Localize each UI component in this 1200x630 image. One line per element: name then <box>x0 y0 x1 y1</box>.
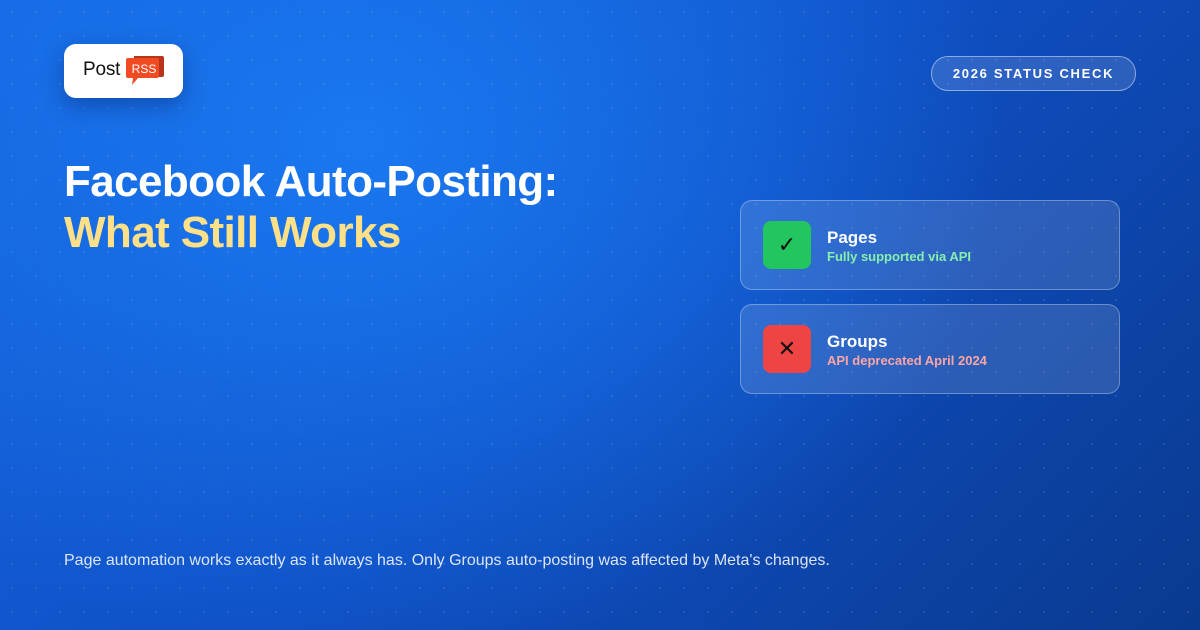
title-line-2: What Still Works <box>64 208 401 257</box>
speech-bubble-icon: RSS <box>126 55 164 87</box>
status-title: Pages <box>827 228 878 247</box>
status-card-groups: ✕ Groups API deprecated April 2024 <box>740 304 1120 394</box>
title-line-1: Facebook Auto-Posting: <box>64 157 558 206</box>
status-card-pages: ✓ Pages Fully supported via API <box>740 200 1120 290</box>
footer-note: Page automation works exactly as it alwa… <box>64 552 830 569</box>
logo-badge-text: RSS <box>131 62 157 76</box>
status-check-badge: 2026 STATUS CHECK <box>931 56 1136 91</box>
postrss-logo: Post RSS <box>64 44 183 98</box>
status-subtitle: API deprecated April 2024 <box>827 353 987 368</box>
status-title: Groups <box>827 332 888 351</box>
check-icon: ✓ <box>763 221 811 269</box>
page-title: Facebook Auto-Posting: What Still Works <box>64 156 558 258</box>
status-subtitle: Fully supported via API <box>827 249 971 264</box>
logo-wordmark: Post <box>83 59 121 80</box>
x-icon: ✕ <box>763 325 811 373</box>
